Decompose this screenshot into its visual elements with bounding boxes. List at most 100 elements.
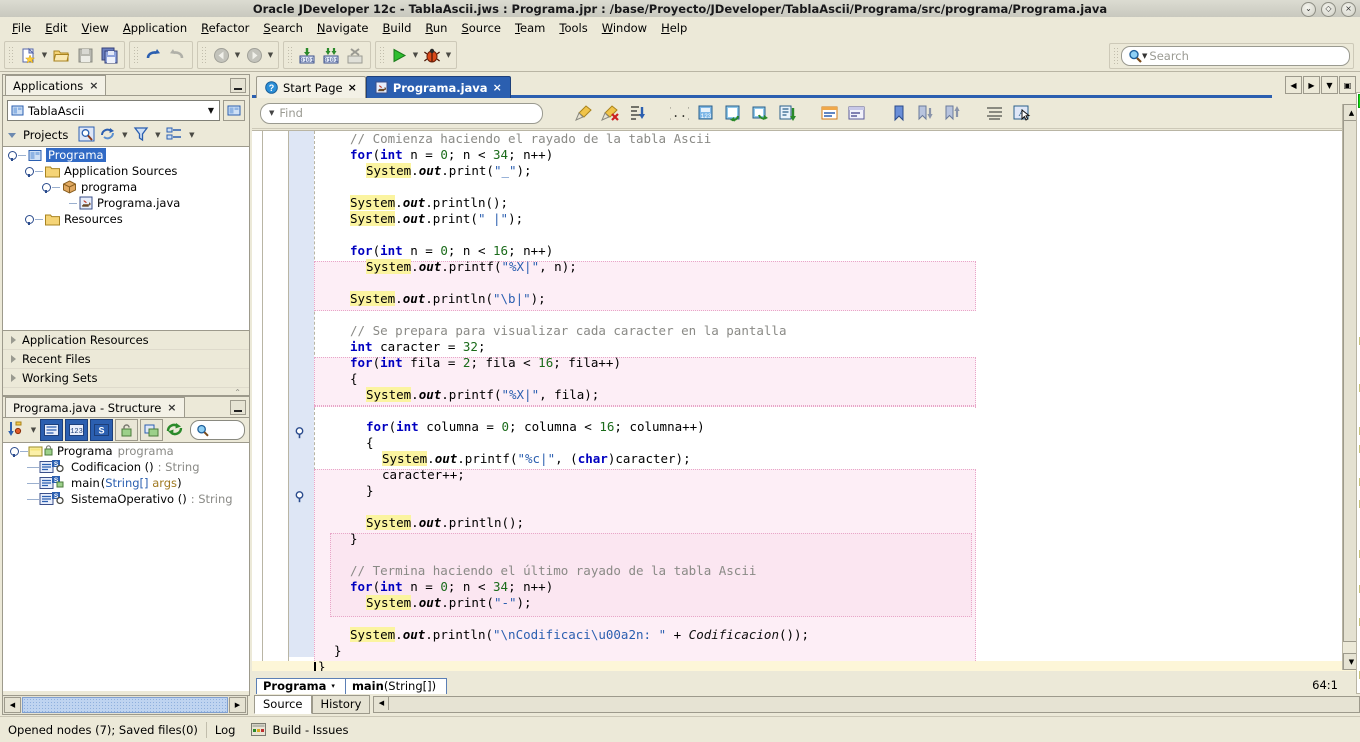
close-icon[interactable]: ×: [348, 81, 357, 94]
menu-view[interactable]: View: [75, 18, 116, 38]
toggle-comment-icon[interactable]: [721, 102, 745, 124]
tab-list-icon[interactable]: ▼: [1321, 76, 1338, 94]
toggle-bookmark-icon[interactable]: [886, 102, 910, 124]
structure-tree[interactable]: Programa programa S Codificacion (): String…: [3, 442, 249, 691]
forward-dropdown-icon[interactable]: ▼: [266, 44, 275, 66]
structure-search-input[interactable]: [190, 420, 245, 440]
menu-tools[interactable]: Tools: [552, 18, 594, 38]
close-icon[interactable]: ×: [89, 79, 98, 92]
maximize-editor-icon[interactable]: ▣: [1339, 76, 1356, 94]
toolbar-grip[interactable]: [379, 46, 384, 64]
tab-source[interactable]: Source: [254, 694, 312, 714]
project-tree-item[interactable]: programa: [3, 179, 249, 195]
scroll-left-icon[interactable]: ◀: [374, 696, 390, 710]
project-tree-item[interactable]: Application Sources: [3, 163, 249, 179]
structure-tree-item[interactable]: S SistemaOperativo (): String: [3, 491, 249, 507]
toolbar-grip[interactable]: [8, 46, 13, 64]
toolbar-grip[interactable]: [1113, 47, 1118, 65]
clean-icon[interactable]: [343, 43, 367, 67]
brace-match-icon[interactable]: {..}: [667, 102, 691, 124]
overview-ruler[interactable]: [1356, 92, 1360, 694]
hscrollbar-thumb[interactable]: [22, 697, 228, 713]
project-tree[interactable]: Programa Application Sources programa Progr…: [3, 146, 249, 330]
next-occurrence-icon[interactable]: [625, 102, 649, 124]
save-all-icon[interactable]: [97, 43, 121, 67]
sort-icon[interactable]: [7, 420, 27, 441]
expand-all-icon[interactable]: [817, 102, 841, 124]
build-issues-status[interactable]: Build - Issues: [243, 720, 356, 739]
chevron-right-icon[interactable]: [11, 374, 16, 382]
collapsed-section-working-sets[interactable]: Working Sets: [3, 369, 249, 388]
make-icon[interactable]: 0101: [295, 43, 319, 67]
scroll-tabs-left-icon[interactable]: ◀: [1285, 76, 1302, 94]
menu-file[interactable]: File: [5, 18, 38, 38]
highlight-icon[interactable]: [571, 102, 595, 124]
show-fields-icon[interactable]: [40, 419, 63, 441]
remove-highlight-icon[interactable]: [598, 102, 622, 124]
close-button[interactable]: ×: [1341, 2, 1356, 17]
next-bookmark-icon[interactable]: [913, 102, 937, 124]
show-static-icon[interactable]: S: [90, 419, 113, 441]
menu-build[interactable]: Build: [376, 18, 419, 38]
global-search-input[interactable]: ▼ Search: [1121, 46, 1350, 66]
scroll-right-button[interactable]: ▶: [229, 697, 246, 713]
chevron-down-icon[interactable]: ▾: [331, 682, 335, 690]
menu-team[interactable]: Team: [508, 18, 552, 38]
refresh-structure-icon[interactable]: [165, 421, 184, 440]
menu-search[interactable]: Search: [256, 18, 310, 38]
collapsed-section-application-resources[interactable]: Application Resources: [3, 331, 249, 350]
editor-vertical-scrollbar[interactable]: ▲ ▼: [1342, 92, 1360, 694]
close-icon[interactable]: ×: [167, 401, 176, 414]
open-folder-icon[interactable]: [49, 43, 73, 67]
minimize-button[interactable]: ⌄: [1301, 2, 1316, 17]
tab-programa-java[interactable]: Programa.java ×: [365, 76, 511, 98]
collapsed-section-recent-files[interactable]: Recent Files: [3, 350, 249, 369]
refresh-icon[interactable]: [99, 126, 116, 145]
applications-horizontal-scrollbar[interactable]: ◀ ▶: [2, 695, 248, 715]
tab-applications[interactable]: Applications ×: [5, 75, 107, 95]
scroll-tabs-right-icon[interactable]: ▶: [1303, 76, 1320, 94]
tree-expander-icon[interactable]: [24, 166, 35, 177]
find-input[interactable]: ▼ Find: [260, 102, 543, 124]
show-public-icon[interactable]: [115, 419, 138, 441]
run-dropdown-icon[interactable]: ▼: [411, 44, 420, 66]
tab-structure[interactable]: Programa.java - Structure ×: [5, 397, 185, 417]
filter-dropdown-icon[interactable]: ▼: [153, 124, 162, 146]
project-tree-item[interactable]: Programa: [3, 147, 249, 163]
menu-navigate[interactable]: Navigate: [310, 18, 376, 38]
code-outline-icon[interactable]: [982, 102, 1006, 124]
new-file-dropdown-icon[interactable]: ▼: [40, 44, 49, 66]
minimize-icon[interactable]: [230, 78, 246, 93]
chevron-right-icon[interactable]: [11, 355, 16, 363]
reformat-icon[interactable]: [775, 102, 799, 124]
chevron-down-icon[interactable]: ▼: [269, 109, 274, 117]
tree-expander-icon[interactable]: [7, 150, 18, 161]
chevron-down-icon[interactable]: ▼: [208, 106, 216, 115]
toolbar-grip[interactable]: [133, 46, 138, 64]
code-text[interactable]: // Comienza haciendo el rayado de la tab…: [252, 131, 1358, 671]
code-editor[interactable]: // Comienza haciendo el rayado de la tab…: [252, 130, 1358, 671]
tree-expander-icon[interactable]: [9, 446, 20, 457]
view-options-dropdown-icon[interactable]: ▼: [187, 124, 196, 146]
collapse-all-icon[interactable]: [844, 102, 868, 124]
tree-expander-icon[interactable]: [41, 182, 52, 193]
tab-start-page[interactable]: ? Start Page ×: [256, 76, 366, 98]
refresh-dropdown-icon[interactable]: ▼: [120, 124, 129, 146]
new-application-icon[interactable]: [223, 100, 245, 121]
select-mode-icon[interactable]: A: [1009, 102, 1033, 124]
show-inherited-icon[interactable]: [140, 419, 163, 441]
close-icon[interactable]: ×: [493, 81, 502, 94]
toolbar-grip[interactable]: [287, 46, 292, 64]
block-indent-icon[interactable]: 123: [694, 102, 718, 124]
toolbar-grip[interactable]: [201, 46, 206, 64]
back-dropdown-icon[interactable]: ▼: [233, 44, 242, 66]
application-select[interactable]: TablaAscii ▼: [7, 100, 220, 121]
menu-source[interactable]: Source: [454, 18, 508, 38]
debug-dropdown-icon[interactable]: ▼: [444, 44, 453, 66]
new-file-icon[interactable]: [16, 43, 40, 67]
debug-icon[interactable]: [420, 43, 444, 67]
sort-dropdown-icon[interactable]: ▼: [29, 419, 38, 441]
redo-icon[interactable]: [165, 43, 189, 67]
menu-run[interactable]: Run: [418, 18, 454, 38]
forward-icon[interactable]: [242, 43, 266, 67]
